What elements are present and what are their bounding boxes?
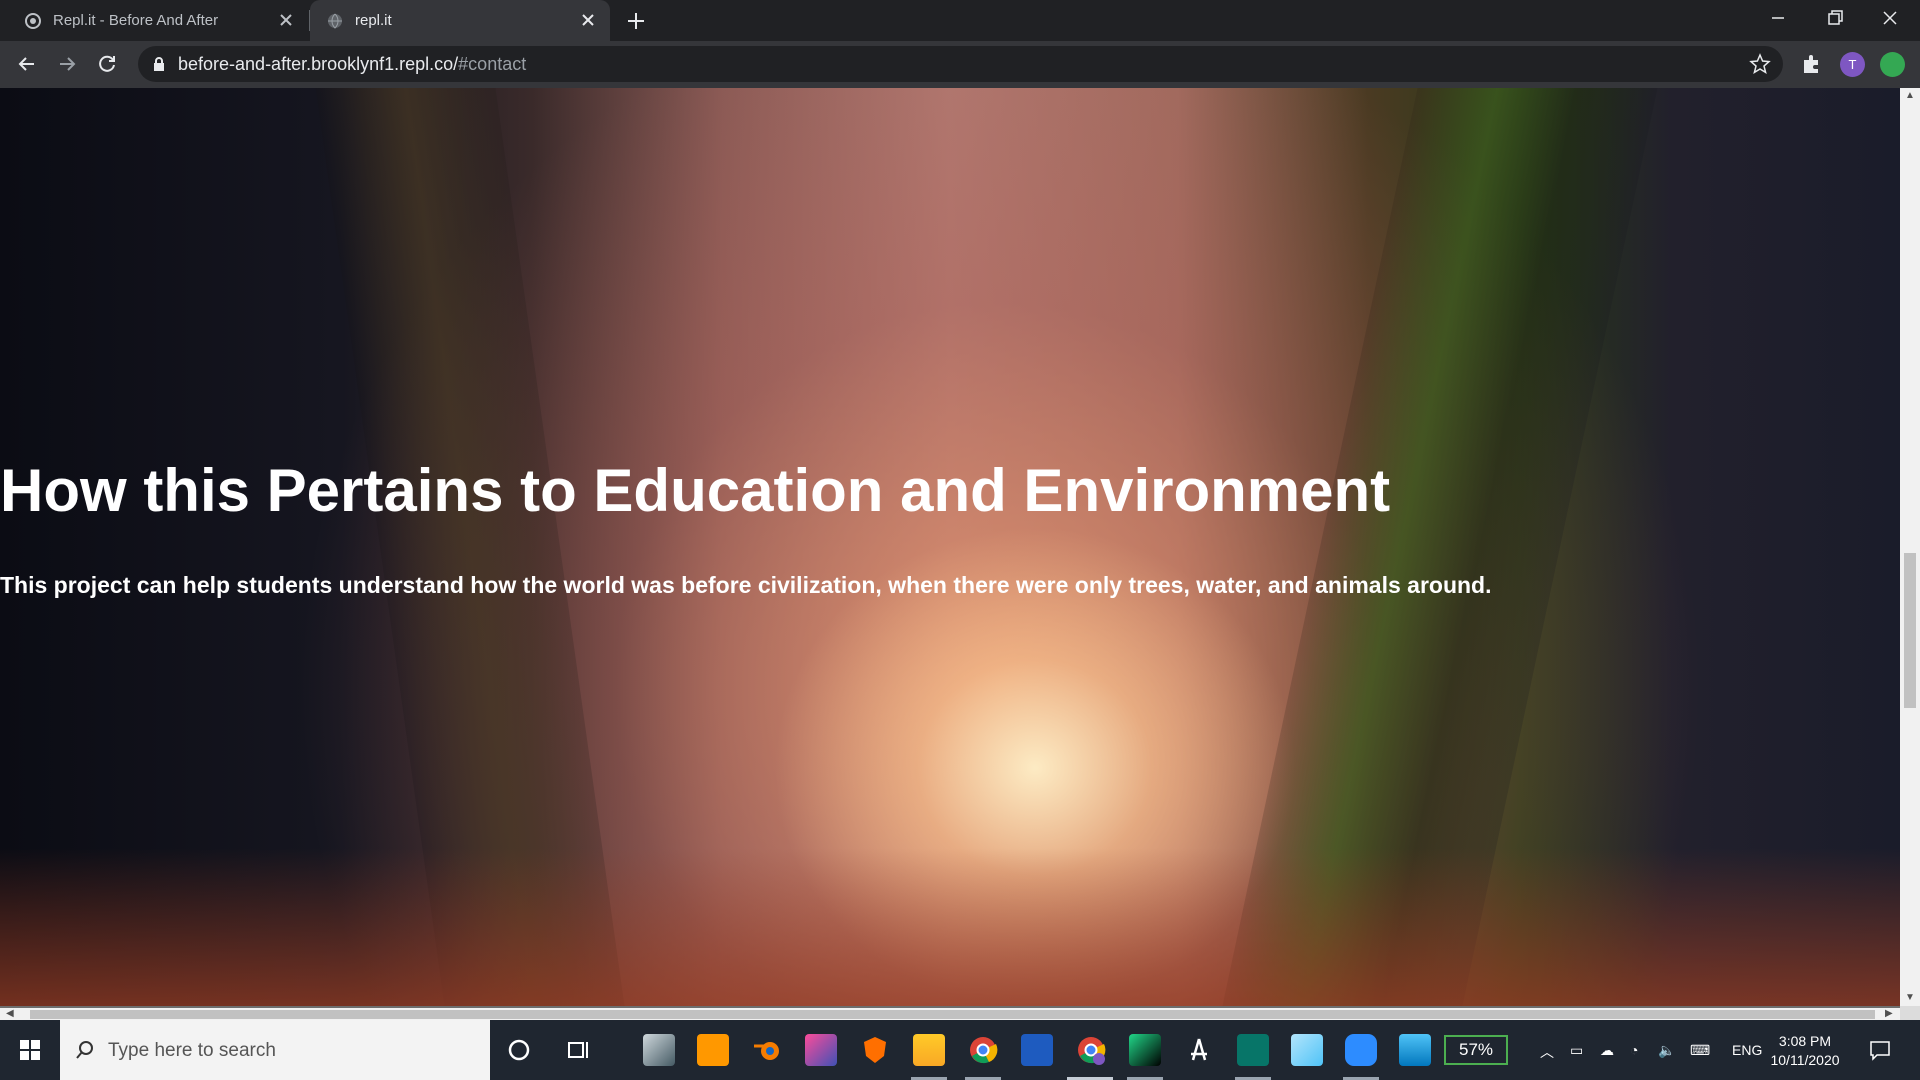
scroll-right-arrow-icon[interactable]: ▶ <box>1885 1008 1893 1019</box>
windows-start-icon[interactable] <box>0 1020 60 1080</box>
close-window-icon[interactable] <box>1862 0 1918 36</box>
onedrive-icon[interactable]: ☁ <box>1600 1042 1614 1059</box>
chrome-profile-icon[interactable] <box>1075 1034 1107 1066</box>
horizontal-scrollbar[interactable]: ◀ ▶ <box>0 1006 1900 1020</box>
intellij-icon[interactable] <box>805 1034 837 1066</box>
show-hidden-icons-icon[interactable]: ︿ <box>1540 1042 1554 1062</box>
sublime-text-icon[interactable] <box>697 1034 729 1066</box>
notification-center-icon[interactable] <box>1868 1038 1892 1062</box>
vertical-scrollbar[interactable]: ▲ ▼ <box>1900 88 1920 1006</box>
reload-icon[interactable] <box>94 51 120 77</box>
restore-icon[interactable] <box>1806 0 1862 36</box>
battery-icon[interactable]: ▭ <box>1570 1042 1583 1059</box>
keyboard-icon[interactable]: ⌨ <box>1690 1042 1710 1059</box>
profile-avatar[interactable]: T <box>1840 52 1865 77</box>
system-clock[interactable]: 3:08 PM 10/11/2020 <box>1770 1032 1840 1070</box>
publisher-icon[interactable] <box>1237 1034 1269 1066</box>
url-host: before-and-after.brooklynf1.repl.co/ <box>178 54 459 74</box>
page-paragraph: This project can help students understan… <box>0 572 1492 598</box>
lock-icon[interactable] <box>152 56 166 72</box>
new-tab-icon[interactable] <box>625 10 647 32</box>
page-heading: How this Pertains to Education and Envir… <box>0 457 1391 524</box>
tab-title: Repl.it - Before And After <box>53 12 219 29</box>
wifi-icon[interactable]: ◔ <box>1630 1042 1638 1058</box>
vertical-scroll-thumb[interactable] <box>1904 553 1916 708</box>
tab-title: repl.it <box>355 12 392 29</box>
zoom-icon[interactable] <box>1345 1034 1377 1066</box>
cortana-icon[interactable] <box>503 1034 535 1066</box>
word-icon[interactable] <box>1021 1034 1053 1066</box>
globe-icon <box>328 13 342 29</box>
tab-strip: Repl.it - Before And After repl.it <box>0 0 1920 41</box>
close-tab-icon[interactable] <box>578 10 598 30</box>
blender-icon[interactable] <box>751 1034 783 1066</box>
brave-icon[interactable] <box>859 1034 891 1066</box>
notes-icon[interactable] <box>1291 1034 1323 1066</box>
taskbar-search-box[interactable]: Type here to search <box>60 1020 490 1080</box>
browser-toolbar: before-and-after.brooklynf1.repl.co/#con… <box>0 41 1920 88</box>
update-icon[interactable] <box>1880 52 1905 77</box>
tab-replit-before-after[interactable]: Repl.it - Before And After <box>8 0 308 41</box>
scroll-down-arrow-icon[interactable]: ▼ <box>1905 992 1915 1003</box>
windows-taskbar: Type here to search 57% ︿ ▭ ☁ ◔ 🔈 ⌨ ENG … <box>0 1020 1920 1080</box>
address-bar[interactable]: before-and-after.brooklynf1.repl.co/#con… <box>138 46 1783 82</box>
search-placeholder: Type here to search <box>108 1040 276 1061</box>
minimize-icon[interactable] <box>1750 0 1806 36</box>
replit-favicon-icon <box>25 13 41 29</box>
photos-icon[interactable] <box>1399 1034 1431 1066</box>
battery-percentage[interactable]: 57% <box>1444 1035 1508 1065</box>
chrome-icon[interactable] <box>967 1034 999 1066</box>
url-path: #contact <box>458 54 527 74</box>
clock-date: 10/11/2020 <box>1770 1052 1840 1068</box>
scroll-left-arrow-icon[interactable]: ◀ <box>6 1008 14 1019</box>
volume-icon[interactable]: 🔈 <box>1658 1042 1675 1059</box>
task-view-icon[interactable] <box>563 1034 595 1066</box>
page-viewport: How this Pertains to Education and Envir… <box>0 88 1900 1006</box>
clock-time: 3:08 PM <box>1778 1033 1832 1049</box>
pycharm-icon[interactable] <box>1129 1034 1161 1066</box>
language-indicator[interactable]: ENG <box>1732 1042 1762 1058</box>
tab-replit[interactable]: repl.it <box>310 0 610 41</box>
horizontal-scroll-thumb[interactable] <box>30 1010 1875 1019</box>
acrobat-icon[interactable] <box>1183 1034 1215 1066</box>
scroll-up-arrow-icon[interactable]: ▲ <box>1905 90 1915 101</box>
close-tab-icon[interactable] <box>276 10 296 30</box>
bookmark-star-icon[interactable] <box>1749 53 1771 75</box>
back-arrow-icon[interactable] <box>14 51 40 77</box>
url-text[interactable]: before-and-after.brooklynf1.repl.co/#con… <box>178 54 526 75</box>
forest-ground <box>0 848 1900 1006</box>
ink-app-icon[interactable] <box>643 1034 675 1066</box>
file-explorer-icon[interactable] <box>913 1034 945 1066</box>
search-icon <box>76 1041 93 1059</box>
forward-arrow-icon[interactable] <box>54 51 80 77</box>
extensions-puzzle-icon[interactable] <box>1800 52 1824 76</box>
scrollbar-corner <box>1900 1006 1920 1020</box>
